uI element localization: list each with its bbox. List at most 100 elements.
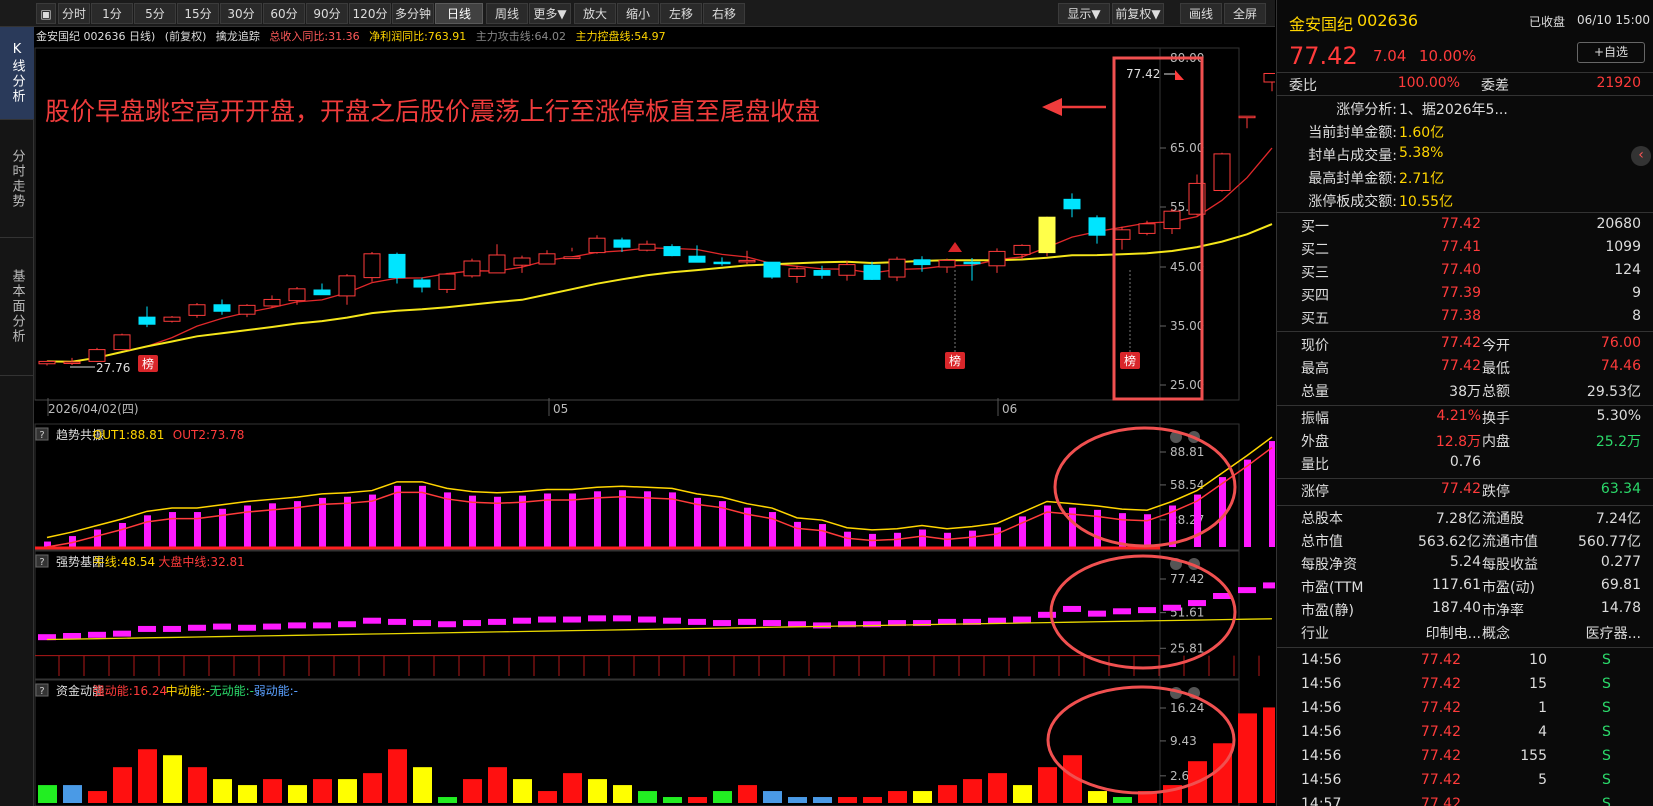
period-button[interactable]: 15分 <box>177 3 219 24</box>
fund-bar <box>713 791 732 803</box>
indicator-name[interactable]: 擒龙追踪 <box>216 30 260 43</box>
trend-bar <box>969 530 976 547</box>
toolbar-right-button[interactable]: 前复权▼ <box>1112 3 1164 24</box>
period-button[interactable]: 右移 <box>703 3 745 24</box>
fund-bar <box>663 797 682 803</box>
fund-bar <box>488 767 507 803</box>
date-axis-label: 06 <box>1002 402 1017 416</box>
weicha-value: 21920 <box>1596 75 1641 91</box>
gene-block <box>1113 608 1131 615</box>
annotation-text: 股价早盘跳空高开开盘，开盘之后股价震荡上行至涨停板直至尾盘收盘 <box>45 97 820 126</box>
gene-block <box>738 618 756 625</box>
gene-block <box>188 624 206 631</box>
quote-value: 14.78 <box>1600 600 1641 616</box>
candle-body <box>338 275 356 297</box>
gene-block <box>1163 604 1181 611</box>
trend-bar <box>444 492 451 547</box>
period-button[interactable]: 左移 <box>660 3 702 24</box>
indicator-label: 强动能:16.24 <box>93 684 167 698</box>
period-button[interactable]: 5分 <box>134 3 176 24</box>
candle <box>363 252 381 282</box>
candle <box>338 274 356 305</box>
fund-bar <box>688 797 707 803</box>
candle-body <box>613 239 631 248</box>
period-button[interactable]: 更多▼ <box>529 3 571 24</box>
candle-body <box>813 270 831 276</box>
period-button[interactable]: 分时 <box>58 3 90 24</box>
quote-value: 187.40 <box>1432 600 1481 616</box>
period-button[interactable]: 缩小 <box>617 3 659 24</box>
annotation-arrow-head <box>1042 98 1062 116</box>
fund-bar <box>238 785 257 803</box>
kline-chart-area[interactable]: 80.0065.0055.0045.0035.0025.002026/04/02… <box>0 0 1275 806</box>
limit-analysis-value: 2.71亿 <box>1399 171 1445 187</box>
bid-price: 77.39 <box>1440 285 1481 301</box>
candle-body <box>188 304 206 316</box>
period-button[interactable]: 30分 <box>220 3 262 24</box>
price-axis-label: 45.00 <box>1170 260 1204 274</box>
candle-body <box>1063 198 1081 210</box>
quote-value: 77.42 <box>1440 481 1481 497</box>
quote-label: 振幅 <box>1301 411 1329 427</box>
panel-separator <box>1277 405 1653 406</box>
chart-menu-icon[interactable]: ▣ <box>36 3 56 24</box>
quote-label: 流通股 <box>1482 511 1524 527</box>
quote-label: 市盈(TTM <box>1301 580 1364 596</box>
add-watchlist-button[interactable]: +自选 <box>1577 42 1645 63</box>
fund-bar <box>888 791 907 803</box>
gene-block <box>463 620 481 627</box>
candle-body <box>1213 153 1231 191</box>
trend-bar <box>169 512 176 547</box>
quote-label: 行业 <box>1301 626 1329 642</box>
period-button[interactable]: 60分 <box>263 3 305 24</box>
period-button[interactable]: 90分 <box>306 3 348 24</box>
period-button[interactable]: 日线 <box>435 3 483 24</box>
quote-label: 市净率 <box>1482 603 1524 619</box>
quote-value: 74.46 <box>1600 358 1641 374</box>
trend-bar <box>1119 513 1126 547</box>
trend-bar <box>994 527 1001 547</box>
trend-bar <box>844 531 851 547</box>
left-tab[interactable]: 基本面分析 <box>0 238 34 376</box>
trend-bar <box>1244 459 1251 547</box>
gene-block <box>563 616 581 623</box>
period-button[interactable]: 1分 <box>91 3 133 24</box>
gene-block <box>588 615 606 622</box>
toolbar-right-button[interactable]: 全屏 <box>1224 3 1266 24</box>
quote-value: 0.76 <box>1449 454 1481 470</box>
tick-price: 77.42 <box>1420 724 1461 740</box>
left-tab[interactable]: 分时走势 <box>0 120 34 238</box>
trend-bar <box>469 495 476 547</box>
fund-bar <box>988 773 1007 803</box>
toolbar-right-button[interactable]: 显示▼ <box>1058 3 1110 24</box>
candle <box>188 302 206 318</box>
period-button[interactable]: 放大 <box>574 3 616 24</box>
toolbar-right-button[interactable]: 画线 <box>1180 3 1222 24</box>
quote-value: 25.2万 <box>1595 434 1641 450</box>
price-axis-label: 25.00 <box>1170 378 1204 392</box>
gene-block <box>363 617 381 624</box>
market-status: 已收盘 <box>1529 15 1566 29</box>
candle <box>888 256 906 282</box>
tick-side: S <box>1602 652 1611 668</box>
period-button[interactable]: 周线 <box>486 3 528 24</box>
indicator-label: 大盘中线:32.81 <box>158 554 244 569</box>
weicha-label: 委差 <box>1481 78 1509 94</box>
tick-time: 14:56 <box>1301 748 1342 764</box>
candle <box>138 306 156 328</box>
quote-label: 总额 <box>1482 384 1510 400</box>
period-button[interactable]: 120分 <box>349 3 391 24</box>
period-button[interactable]: 多分钟 <box>392 3 434 24</box>
bid-price: 77.42 <box>1440 216 1481 232</box>
candle-body <box>488 254 506 274</box>
candle <box>1238 115 1256 129</box>
quote-label: 内盘 <box>1482 434 1510 450</box>
candle <box>1113 226 1131 250</box>
tick-volume: 10 <box>1529 652 1547 668</box>
fund-bar <box>1038 767 1057 803</box>
panel-collapse-icon[interactable]: ‹ <box>1631 146 1651 166</box>
tick-price: 77.42 <box>1420 772 1461 788</box>
candle-body <box>63 361 81 364</box>
left-tab[interactable]: K线分析 <box>0 27 34 120</box>
quote-value: 117.61 <box>1432 577 1481 593</box>
